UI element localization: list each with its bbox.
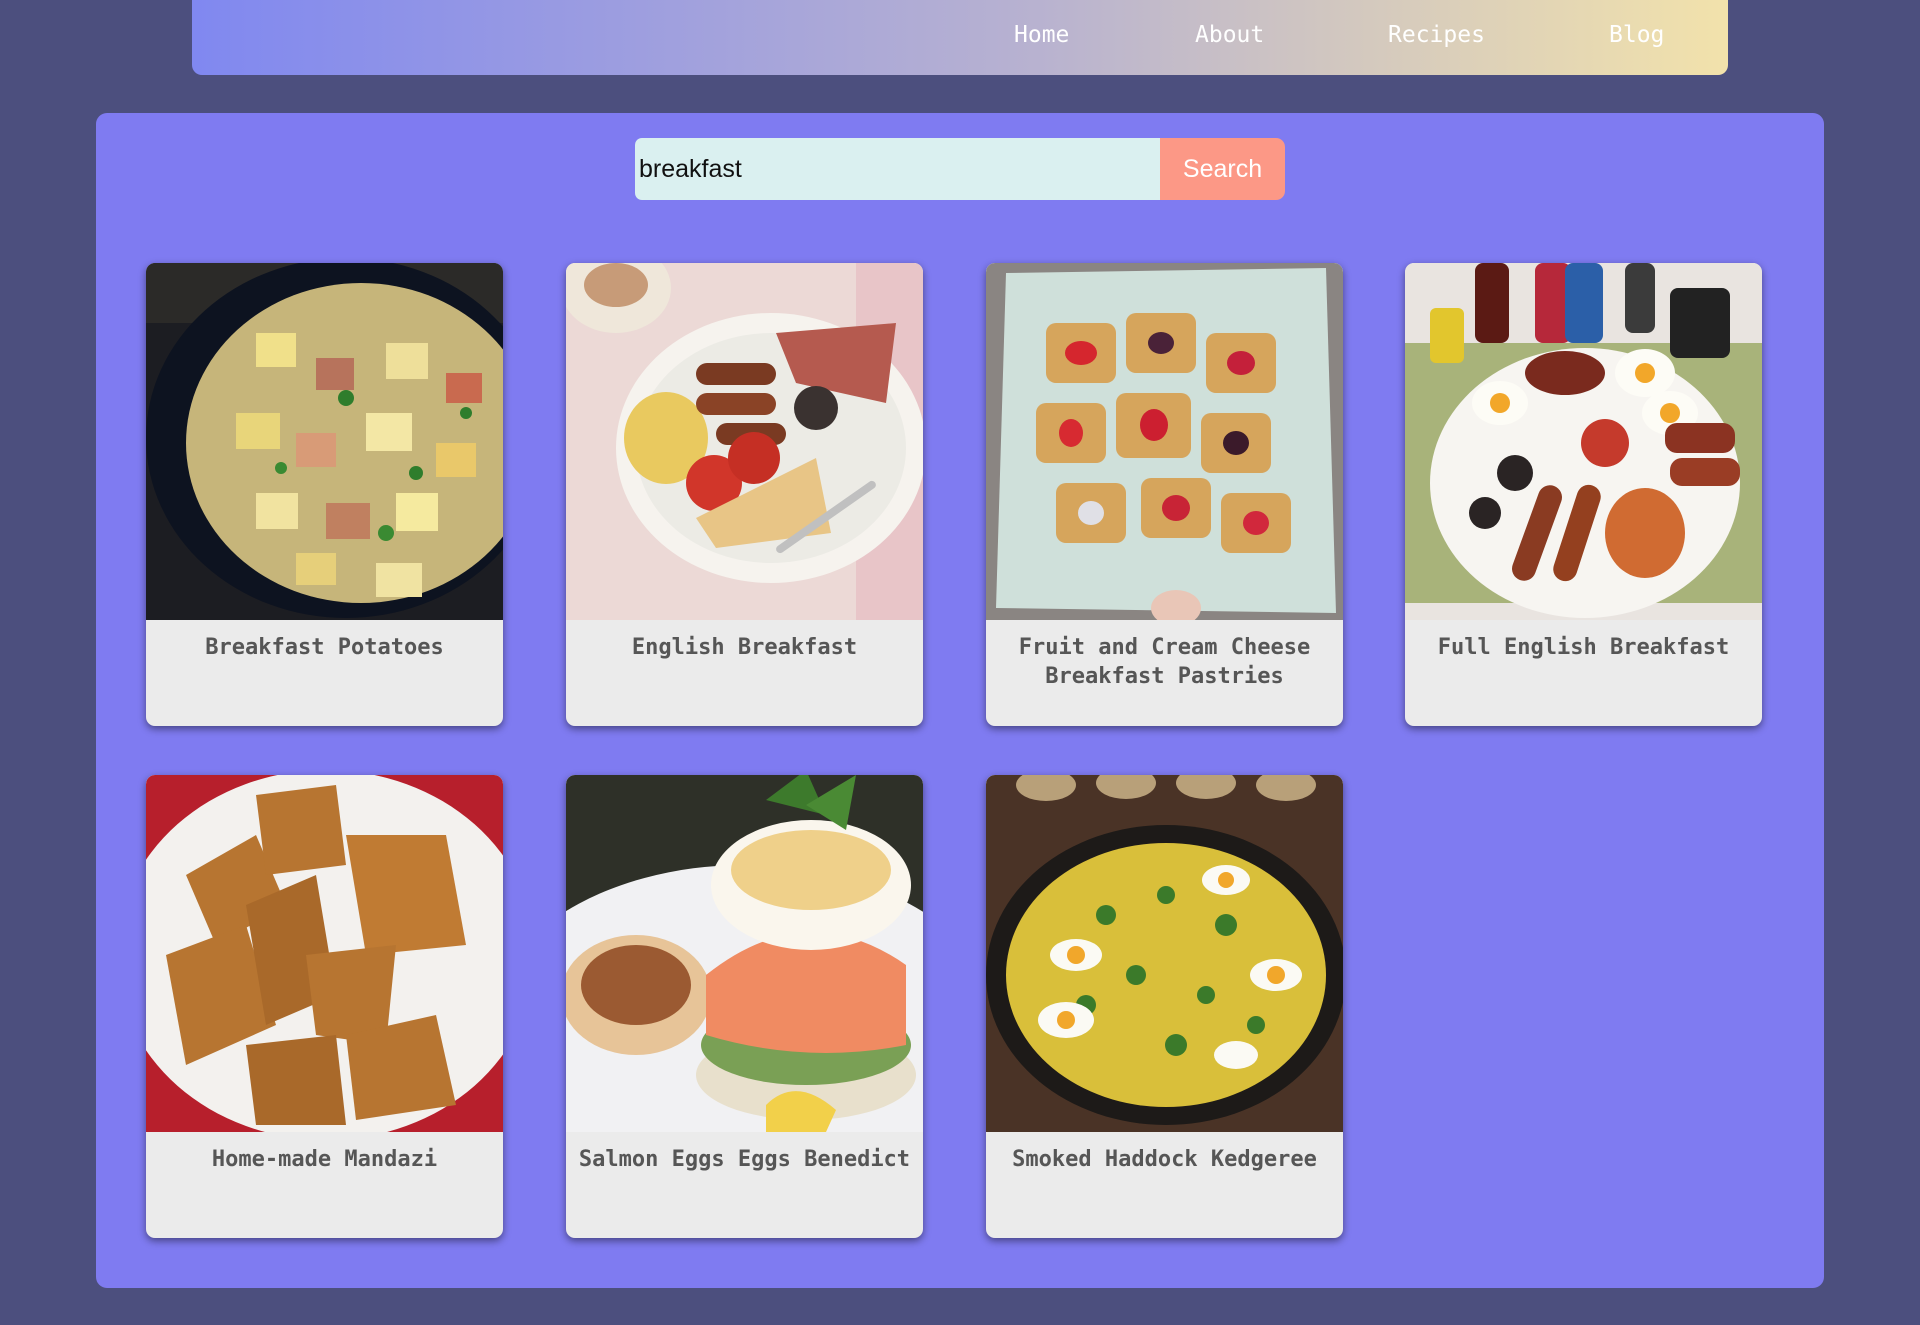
recipe-title: Home-made Mandazi: [211, 1147, 438, 1172]
recipe-card-full-english-breakfast[interactable]: Full English Breakfast: [1405, 263, 1762, 726]
search-button[interactable]: Search: [1160, 138, 1285, 200]
mandazi-photo: [146, 775, 503, 1132]
recipe-card-mandazi[interactable]: Home-made Mandazi: [146, 775, 503, 1238]
recipe-title: English Breakfast: [631, 635, 858, 660]
recipe-card-salmon-eggs-benedict[interactable]: Salmon Eggs Eggs Benedict: [566, 775, 923, 1238]
recipes-panel: Search: [96, 113, 1824, 1288]
recipe-card-kedgeree[interactable]: Smoked Haddock Kedgeree: [986, 775, 1343, 1238]
recipe-title: Breakfast Potatoes: [205, 635, 444, 660]
recipe-card-breakfast-potatoes[interactable]: Breakfast Potatoes: [146, 263, 503, 726]
english-breakfast-plate-photo: [566, 263, 923, 620]
nav-link-about[interactable]: About: [1195, 22, 1264, 48]
nav-link-home[interactable]: Home: [1014, 22, 1069, 48]
recipe-card-english-breakfast[interactable]: English Breakfast: [566, 263, 923, 726]
recipe-title: Full English Breakfast: [1437, 635, 1730, 660]
nav-link-recipes[interactable]: Recipes: [1388, 22, 1485, 48]
full-english-breakfast-photo: [1405, 263, 1762, 620]
salmon-eggs-benedict-photo: [566, 775, 923, 1132]
nav-link-blog[interactable]: Blog: [1609, 22, 1664, 48]
top-navbar: Home About Recipes Blog: [192, 0, 1728, 75]
recipe-title: Salmon Eggs Eggs Benedict: [578, 1147, 911, 1172]
search-input[interactable]: [635, 138, 1161, 200]
kedgeree-photo: [986, 775, 1343, 1132]
skillet-potatoes-photo: [146, 263, 503, 620]
recipe-title: Fruit and Cream Cheese Breakfast Pastrie…: [1018, 635, 1311, 689]
recipe-title: Smoked Haddock Kedgeree: [1012, 1147, 1317, 1172]
fruit-pastries-photo: [986, 263, 1343, 620]
recipe-card-fruit-pastries[interactable]: Fruit and Cream Cheese Breakfast Pastrie…: [986, 263, 1343, 726]
